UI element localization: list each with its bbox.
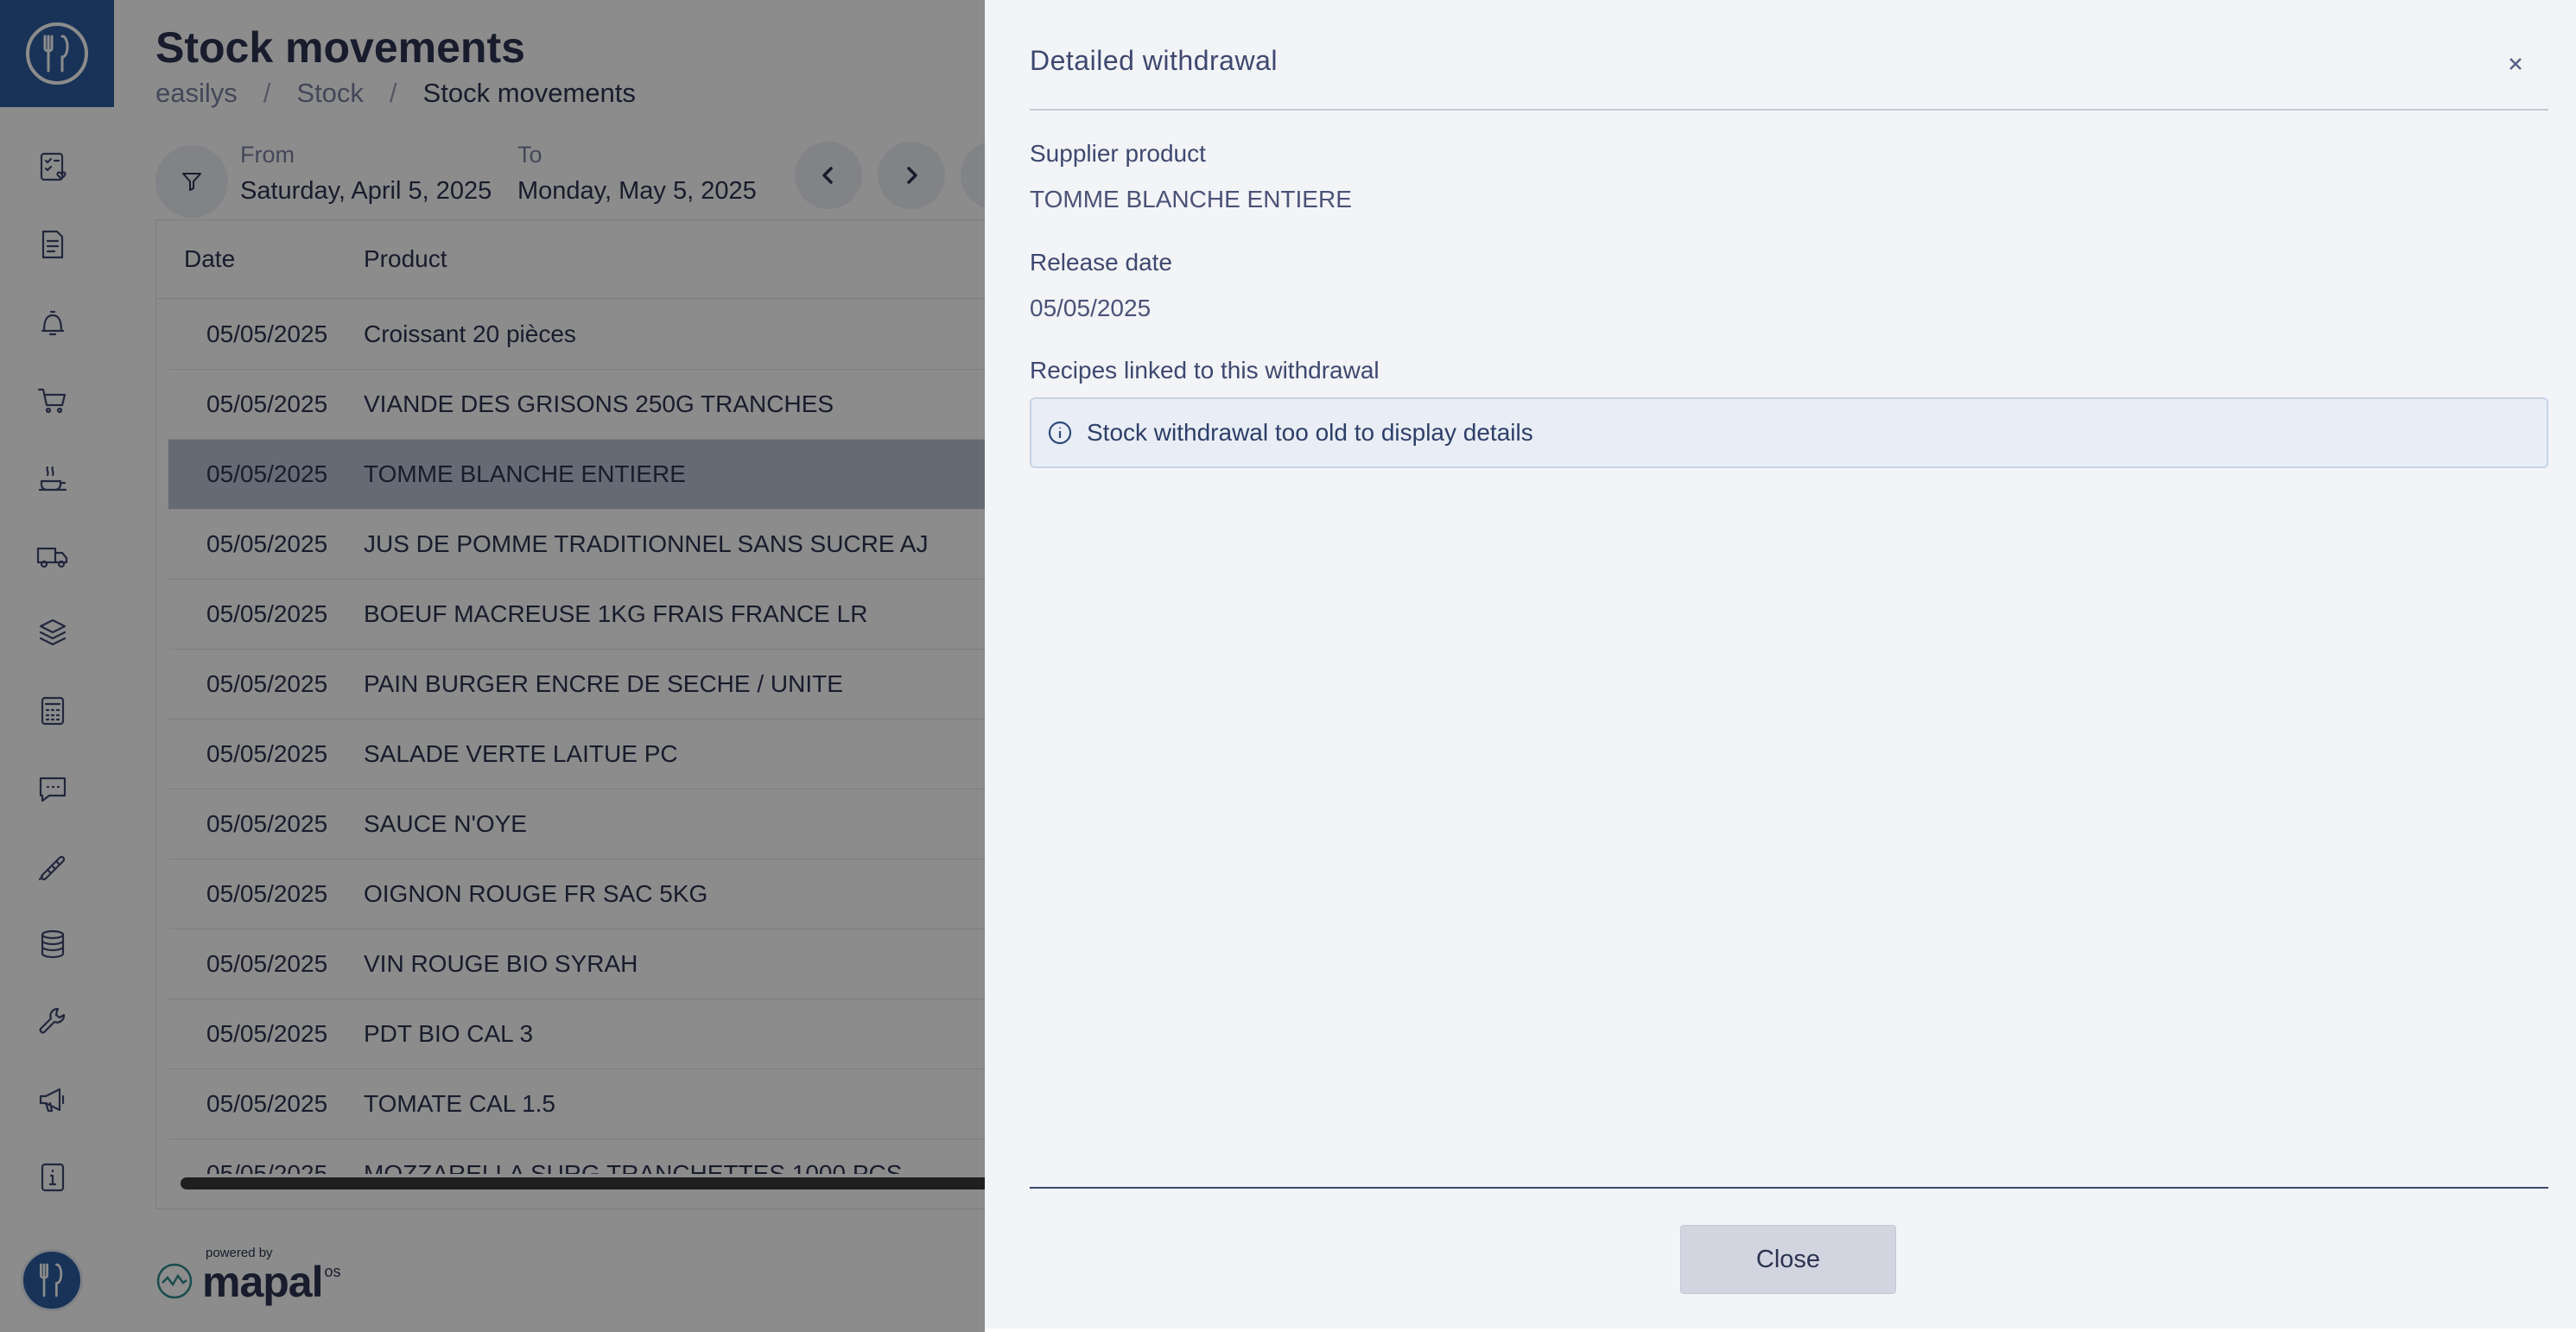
drawer-footer-divider: [1030, 1187, 2548, 1189]
recipes-label: Recipes linked to this withdrawal: [1030, 357, 1380, 384]
drawer-close-icon-button[interactable]: [2500, 48, 2531, 79]
close-icon: [2509, 58, 2522, 70]
drawer-divider: [1030, 109, 2548, 111]
release-date-value: 05/05/2025: [1030, 295, 1152, 321]
info-alert: Stock withdrawal too old to display deta…: [1030, 397, 2548, 468]
detail-drawer: Detailed withdrawal Supplier product TOM…: [985, 0, 2576, 1329]
supplier-product-label: Supplier product: [1030, 140, 1206, 167]
drawer-title: Detailed withdrawal: [1030, 45, 1278, 76]
info-circle-icon: [1047, 420, 1073, 446]
supplier-product-value: TOMME BLANCHE ENTIERE: [1030, 186, 1352, 212]
modal-overlay[interactable]: [0, 0, 985, 1332]
release-date-label: Release date: [1030, 249, 1173, 276]
close-button[interactable]: Close: [1680, 1225, 1896, 1294]
info-message: Stock withdrawal too old to display deta…: [1087, 419, 1533, 446]
